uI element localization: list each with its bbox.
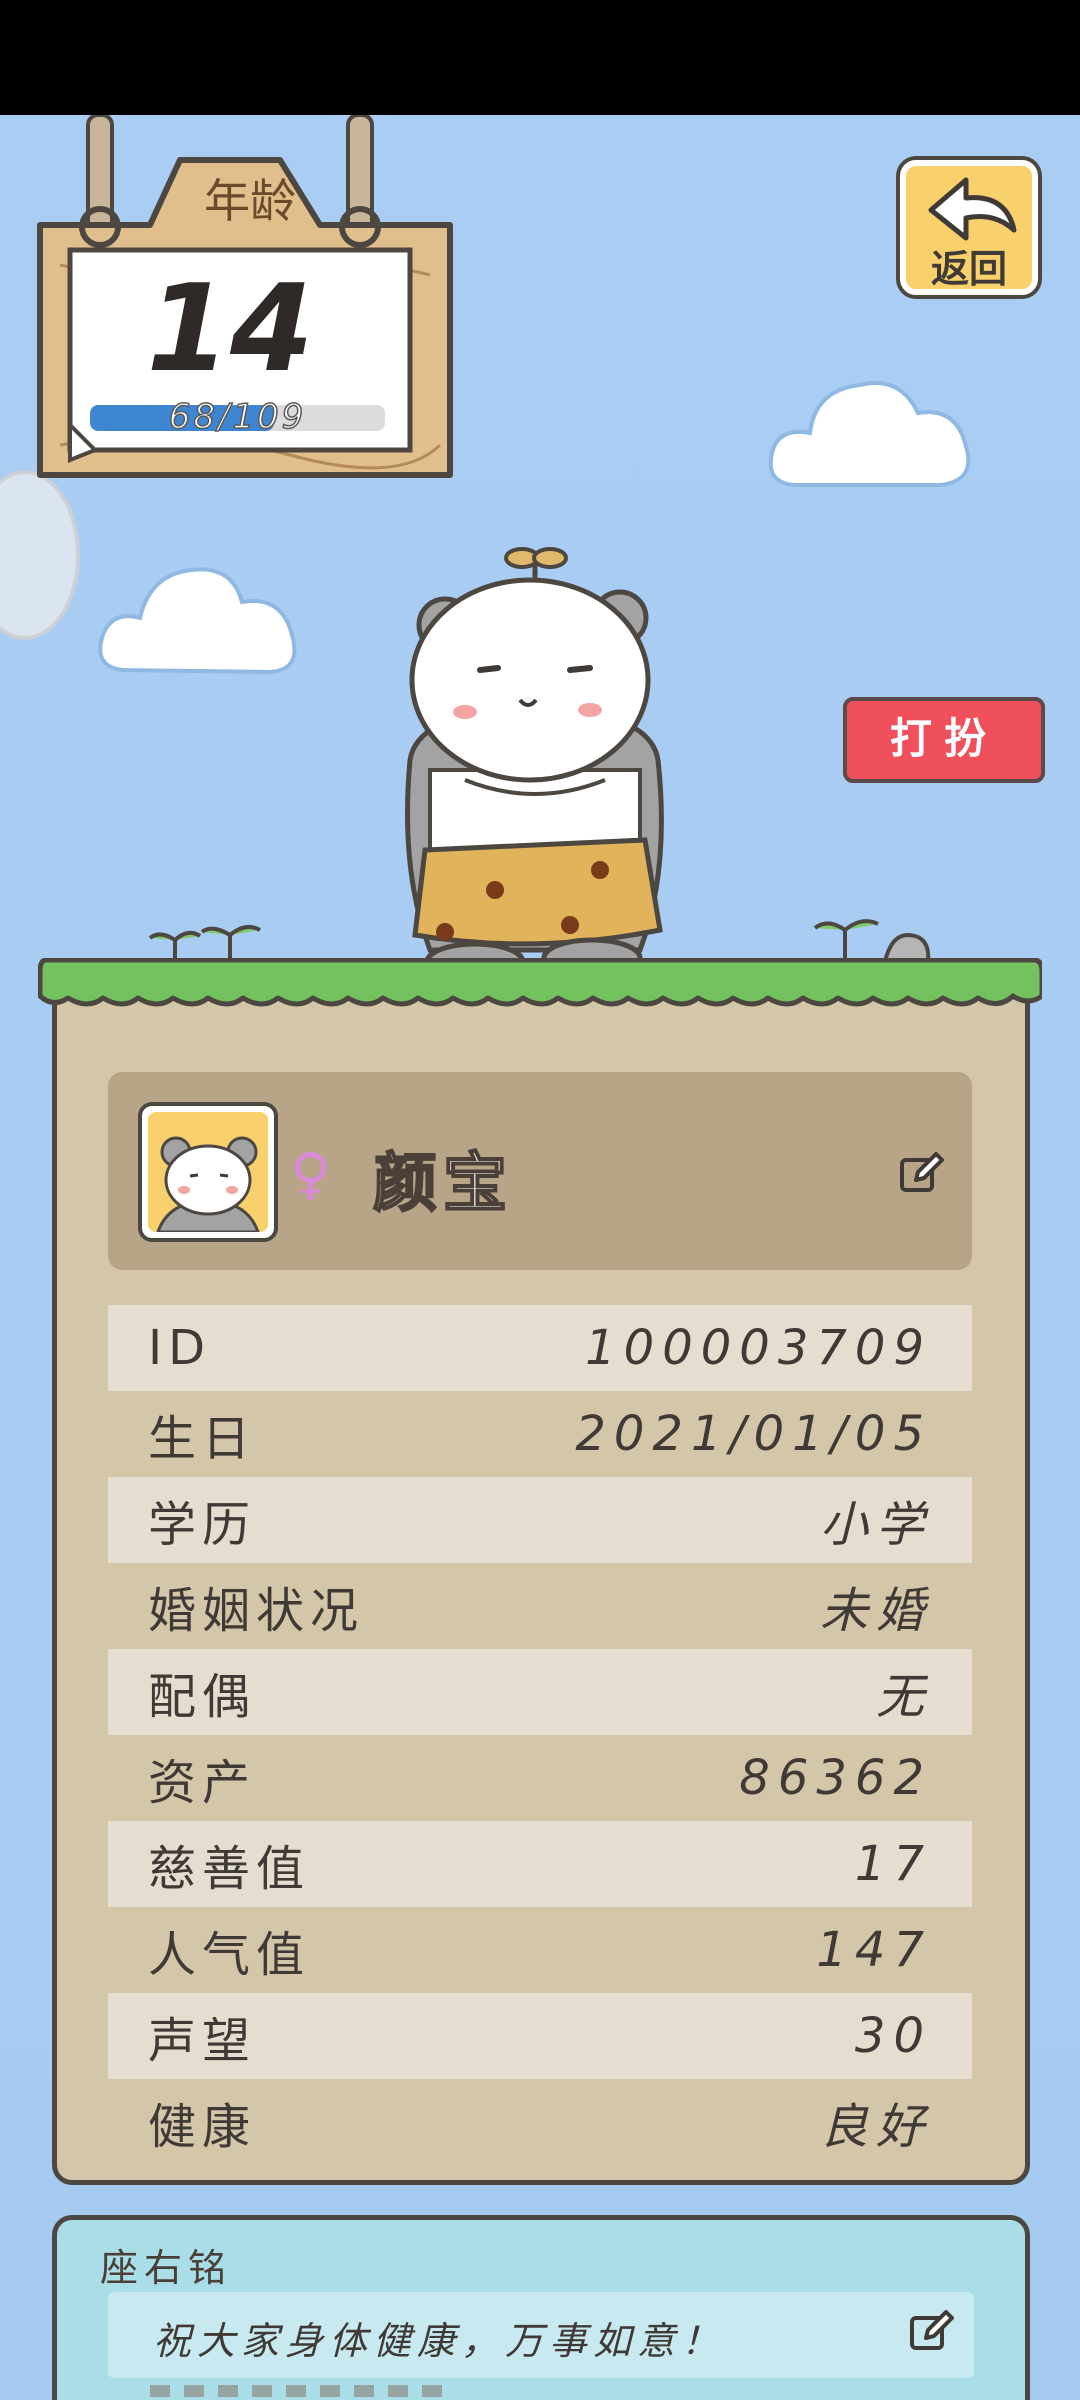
cloud-icon xyxy=(98,567,297,675)
edit-icon[interactable] xyxy=(908,2308,954,2354)
info-value: 无 xyxy=(875,1669,932,1725)
info-label: 人气值 xyxy=(148,1927,311,1983)
motto-label: 座右铭 xyxy=(100,2246,233,2290)
dress-up-button[interactable]: 打扮 xyxy=(843,697,1045,783)
info-value: 2021/01/05 xyxy=(575,1406,932,1462)
info-value: 良好 xyxy=(819,2099,932,2155)
name-panel: ♀ 颜宝 xyxy=(108,1072,972,1270)
info-label: 慈善值 xyxy=(148,1841,311,1897)
edit-icon[interactable] xyxy=(898,1150,944,1196)
info-value: 86362 xyxy=(739,1750,932,1806)
info-label: 资产 xyxy=(148,1755,257,1811)
info-label: 声望 xyxy=(148,2013,257,2069)
info-row-birthday: 生日 2021/01/05 xyxy=(108,1391,972,1477)
player-name: 颜宝 xyxy=(372,1146,513,1222)
avatar[interactable] xyxy=(138,1102,278,1242)
back-label: 返回 xyxy=(930,247,1007,291)
info-value: 100003709 xyxy=(585,1320,932,1376)
info-value: 未婚 xyxy=(819,1583,932,1639)
info-value: 小学 xyxy=(819,1497,932,1553)
age-value: 14 xyxy=(146,260,314,399)
info-value: 17 xyxy=(854,1836,932,1892)
info-value: 147 xyxy=(816,1922,932,1978)
motto-text: 祝大家身体健康，万事如意！ xyxy=(153,2319,726,2363)
info-label: 生日 xyxy=(148,1411,257,1467)
female-gender-icon: ♀ xyxy=(290,1142,332,1207)
motto-box: 祝大家身体健康，万事如意！ xyxy=(108,2292,974,2378)
info-label: ID xyxy=(148,1320,212,1376)
info-label: 学历 xyxy=(148,1497,257,1553)
cloud-icon xyxy=(768,380,971,487)
info-row-spouse: 配偶 无 xyxy=(108,1649,972,1735)
info-row-education: 学历 小学 xyxy=(108,1477,972,1563)
info-row-marital-status: 婚姻状况 未婚 xyxy=(108,1563,972,1649)
motto-next-line xyxy=(150,2385,450,2397)
panda-avatar-icon xyxy=(156,1136,260,1232)
info-row-assets: 资产 86362 xyxy=(108,1735,972,1821)
info-label: 配偶 xyxy=(148,1669,257,1725)
info-list: ID 100003709 生日 2021/01/05 学历 小学 婚姻状况 未婚… xyxy=(108,1305,972,2165)
back-button[interactable]: 返回 xyxy=(900,160,1038,295)
age-progress-text: 68/109 xyxy=(168,396,307,438)
panda-character xyxy=(405,547,664,983)
info-row-popularity: 人气值 147 xyxy=(108,1907,972,1993)
avatar-image xyxy=(148,1112,268,1232)
status-bar xyxy=(0,0,1080,115)
grass-strip xyxy=(38,958,1042,1007)
age-sign: 年龄 14 68/109 xyxy=(30,115,460,495)
info-row-charity: 慈善值 17 xyxy=(108,1821,972,1907)
info-row-reputation: 声望 30 xyxy=(108,1993,972,2079)
info-row-id: ID 100003709 xyxy=(108,1305,972,1391)
age-title: 年龄 xyxy=(204,174,296,228)
back-arrow-icon xyxy=(928,177,1017,241)
info-row-health: 健康 良好 xyxy=(108,2079,972,2165)
info-label: 健康 xyxy=(148,2099,257,2155)
info-label: 婚姻状况 xyxy=(148,1583,365,1639)
info-value: 30 xyxy=(854,2008,932,2064)
